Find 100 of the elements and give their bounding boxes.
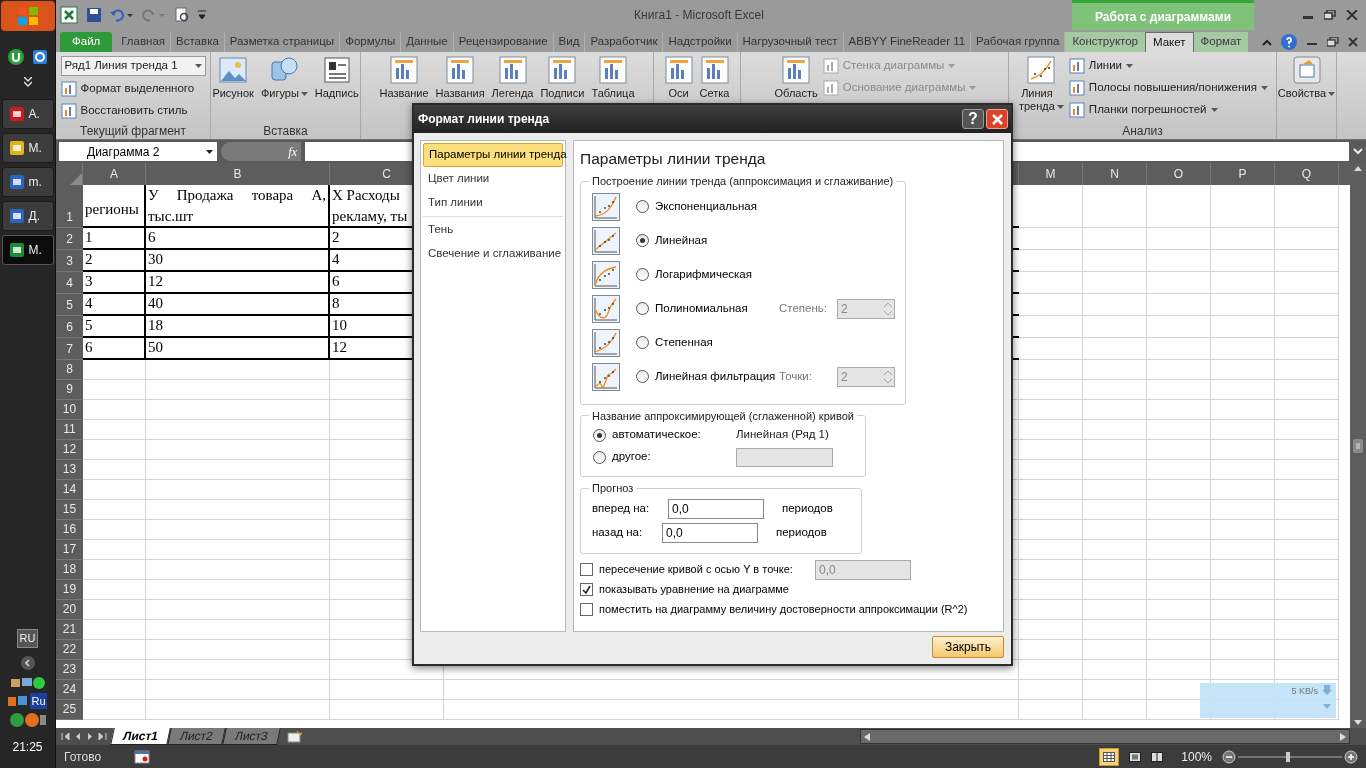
row-header[interactable]: 25 [56, 700, 83, 720]
ribbon-button[interactable]: Подписи [538, 56, 587, 100]
row-header[interactable]: 12 [56, 440, 83, 460]
row-header[interactable]: 11 [56, 420, 83, 440]
radio-button[interactable] [636, 336, 649, 349]
name-box[interactable]: Диаграмма 2 [59, 142, 217, 161]
normal-view-button[interactable] [1099, 747, 1120, 766]
close-button[interactable] [986, 109, 1008, 129]
checkbox[interactable] [580, 583, 593, 596]
row-header[interactable]: 15 [56, 500, 83, 520]
taskbar-button[interactable]: m. [1, 167, 54, 197]
sheet-tab[interactable]: Лист2 [167, 728, 226, 745]
column-header[interactable]: A [83, 163, 146, 185]
insert-function-button[interactable]: fx [221, 142, 301, 161]
ribbon-tab[interactable]: Формат [1193, 32, 1249, 52]
ribbon-button[interactable]: Полосы повышения/понижения [1068, 78, 1269, 97]
row-header[interactable]: 13 [56, 460, 83, 480]
row-header[interactable]: 2 [56, 228, 83, 250]
input-field[interactable]: 0,0 [815, 559, 911, 580]
ribbon-button[interactable]: Свойства [1275, 56, 1338, 100]
row-header[interactable]: 8 [56, 360, 83, 380]
row-header[interactable]: 7 [56, 338, 83, 360]
radio-button[interactable] [636, 234, 649, 247]
row-header[interactable]: 1 [56, 185, 83, 228]
row-header[interactable]: 14 [56, 480, 83, 500]
sheet-tab[interactable]: Лист3 [221, 728, 281, 745]
ribbon-button[interactable]: Надпись [312, 56, 361, 100]
radio-button[interactable] [593, 428, 606, 442]
column-header[interactable]: B [146, 163, 330, 185]
ribbon-button[interactable]: Область [772, 56, 820, 100]
option-label[interactable]: Линейная фильтрация [655, 367, 779, 386]
column-header[interactable]: O [1147, 163, 1211, 185]
zoom-level[interactable]: 100% [1181, 747, 1212, 766]
ribbon-button[interactable]: Линия тренда [1016, 56, 1066, 113]
ribbon-button[interactable]: Легенда [489, 56, 536, 100]
option-label[interactable]: Степенная [655, 333, 779, 352]
column-header[interactable]: N [1083, 163, 1147, 185]
row-header[interactable]: 3 [56, 250, 83, 272]
input-field[interactable]: 0,0 [668, 498, 764, 519]
column-header[interactable]: P [1211, 163, 1275, 185]
option-label[interactable]: автоматическое: [612, 426, 736, 444]
help-button[interactable]: ? [962, 109, 984, 129]
option-label[interactable]: Экспоненциальная [655, 197, 779, 216]
option-label[interactable]: Полиномиальная [655, 299, 779, 318]
name-field[interactable] [736, 447, 833, 467]
ribbon-button[interactable]: Названия [433, 56, 487, 100]
radio-button[interactable] [636, 370, 649, 383]
taskbar-button[interactable]: Д. [1, 201, 54, 231]
start-button[interactable] [0, 1, 55, 31]
row-header[interactable]: 9 [56, 380, 83, 400]
ribbon-tab[interactable]: Макет [1145, 32, 1194, 52]
vertical-scrollbar[interactable] [1350, 163, 1366, 728]
ribbon-button[interactable]: Линии [1068, 56, 1269, 75]
option-label[interactable]: Линейная [655, 231, 779, 250]
ribbon-button[interactable]: Формат выделенного [60, 79, 206, 98]
horizontal-scrollbar[interactable] [860, 729, 1350, 744]
taskbar-button[interactable]: М. [1, 235, 54, 265]
ribbon-button[interactable]: Рисунок [210, 56, 256, 100]
row-header[interactable]: 10 [56, 400, 83, 420]
ribbon-button[interactable]: Фигуры [258, 56, 310, 100]
column-header[interactable]: Q [1275, 163, 1339, 185]
row-header[interactable]: 20 [56, 600, 83, 620]
radio-button[interactable] [636, 268, 649, 281]
taskbar-button[interactable]: М. [1, 133, 54, 163]
ribbon-button[interactable]: Сетка [697, 56, 732, 100]
option-label[interactable]: другое: [612, 448, 736, 466]
checkbox[interactable] [580, 563, 593, 576]
option-label[interactable]: Логарифмическая [655, 265, 779, 284]
ribbon-button[interactable]: Оси [662, 56, 695, 100]
row-header[interactable]: 6 [56, 316, 83, 338]
column-header[interactable]: M [1019, 163, 1083, 185]
row-header[interactable]: 24 [56, 680, 83, 700]
ribbon-button[interactable]: Таблица [589, 56, 637, 100]
close-dialog-button[interactable]: Закрыть [932, 636, 1004, 658]
ribbon-tab[interactable]: Конструктор [1065, 32, 1145, 52]
option-label[interactable]: поместить на диаграмму величину достоверности аппроксимации (R^2) [599, 601, 968, 618]
row-header[interactable]: 21 [56, 620, 83, 640]
ribbon-tab[interactable]: Файл [60, 32, 113, 52]
ribbon-button[interactable]: Название [377, 56, 431, 100]
taskbar-button[interactable]: А. [1, 99, 54, 129]
ribbon-button[interactable]: Планки погрешностей [1068, 100, 1269, 119]
row-header[interactable]: 18 [56, 560, 83, 580]
row-header[interactable]: 22 [56, 640, 83, 660]
row-header[interactable]: 23 [56, 660, 83, 680]
row-header[interactable]: 4 [56, 272, 83, 294]
row-header[interactable]: 19 [56, 580, 83, 600]
selection-dropdown[interactable]: Ряд1 Линия тренда 1 [60, 56, 206, 76]
language-indicator[interactable]: RU [16, 629, 39, 648]
row-header[interactable]: 16 [56, 520, 83, 540]
radio-button[interactable] [593, 450, 606, 464]
option-label[interactable]: показывать уравнение на диаграмме [599, 581, 789, 598]
tray-label[interactable]: Ru [30, 692, 47, 709]
option-label[interactable]: пересечение кривой с осью Y в точке: [599, 561, 815, 578]
sheet-tab[interactable]: Лист1 [110, 728, 171, 745]
row-header[interactable]: 5 [56, 294, 83, 316]
radio-button[interactable] [636, 302, 649, 315]
input-field[interactable]: 0,0 [662, 522, 758, 543]
ribbon-button[interactable]: Восстановить стиль [60, 101, 206, 120]
checkbox[interactable] [580, 603, 593, 616]
row-header[interactable]: 17 [56, 540, 83, 560]
